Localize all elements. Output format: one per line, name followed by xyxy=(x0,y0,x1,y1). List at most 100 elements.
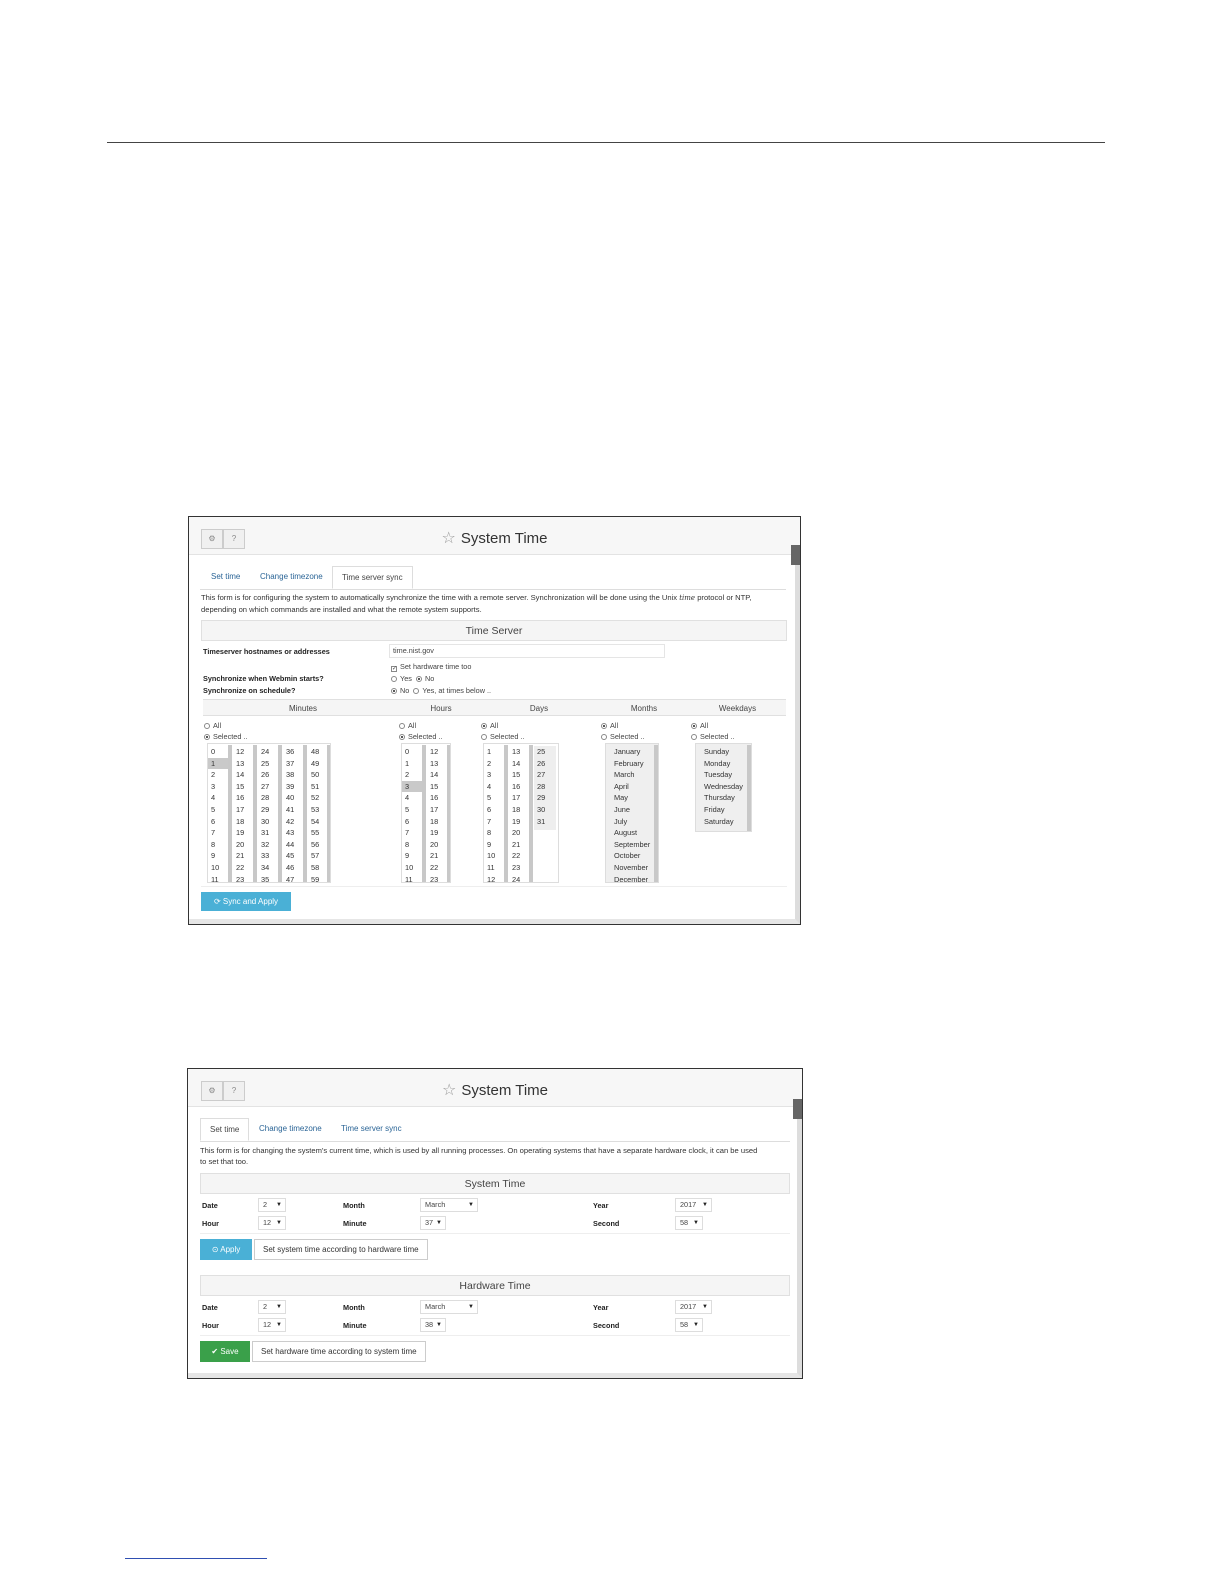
side-panel-toggle[interactable] xyxy=(791,545,800,565)
list-item[interactable]: 35 xyxy=(258,874,280,882)
list-item[interactable]: 12 xyxy=(233,746,255,758)
list-item[interactable]: 33 xyxy=(258,850,280,862)
list-item[interactable]: 19 xyxy=(509,816,531,828)
scrollbar[interactable] xyxy=(278,745,282,882)
list-item[interactable]: 24 xyxy=(509,874,531,882)
weekdays-all-radio[interactable] xyxy=(691,723,697,729)
list-item[interactable]: 21 xyxy=(427,850,449,862)
months-all-option[interactable]: All xyxy=(601,721,618,730)
list-item[interactable]: 9 xyxy=(208,850,230,862)
list-item[interactable]: 34 xyxy=(258,862,280,874)
list-item[interactable]: 37 xyxy=(283,758,305,770)
list-item[interactable]: 45 xyxy=(283,850,305,862)
list-item[interactable]: 28 xyxy=(258,792,280,804)
hours-selected-option[interactable]: Selected .. xyxy=(399,732,442,741)
hw-minute-select[interactable]: 38 ▼ xyxy=(420,1318,446,1332)
list-item[interactable]: 1 xyxy=(402,758,424,770)
sys-second-select[interactable]: 58 ▼ xyxy=(675,1216,703,1230)
weekdays-all-option[interactable]: All xyxy=(691,721,708,730)
tab-set-time[interactable]: Set time xyxy=(202,566,249,589)
months-selected-radio[interactable] xyxy=(601,734,607,740)
list-item[interactable]: 6 xyxy=(484,804,506,816)
scrollbar[interactable] xyxy=(422,745,426,882)
scrollbar[interactable] xyxy=(529,745,533,882)
sync-and-apply-button[interactable]: ⟳ Sync and Apply xyxy=(201,892,291,911)
list-item[interactable]: 32 xyxy=(258,839,280,851)
list-item[interactable]: 14 xyxy=(509,758,531,770)
list-item[interactable]: 26 xyxy=(258,769,280,781)
list-item[interactable]: 19 xyxy=(233,827,255,839)
list-item[interactable]: 3 xyxy=(208,781,230,793)
list-item[interactable]: June xyxy=(610,804,658,816)
sys-month-select[interactable]: March ▼ xyxy=(420,1198,478,1212)
weekdays-selected-option[interactable]: Selected .. xyxy=(691,732,734,741)
list-item[interactable]: 13 xyxy=(233,758,255,770)
list-item[interactable]: 23 xyxy=(427,874,449,882)
list-item[interactable]: 1 xyxy=(208,757,230,770)
list-item[interactable]: July xyxy=(610,816,658,828)
list-item[interactable]: 41 xyxy=(283,804,305,816)
hours-listbox[interactable]: 0 1 2 3 4 5 6 7 8 9 10 11 12 13 14 15 16 17 18 19 20 21 22 23 xyxy=(401,743,451,883)
list-item[interactable]: 10 xyxy=(402,862,424,874)
minutes-all-option[interactable]: All xyxy=(204,721,221,730)
list-item[interactable]: 5 xyxy=(484,792,506,804)
list-item[interactable]: 2 xyxy=(402,769,424,781)
list-item[interactable]: 22 xyxy=(233,862,255,874)
sync-start-yes-radio[interactable] xyxy=(391,676,397,682)
list-item[interactable]: 10 xyxy=(208,862,230,874)
weekdays-listbox[interactable]: Sunday Monday Tuesday Wednesday Thursday Frid… xyxy=(695,743,752,832)
tab-set-time[interactable]: Set time xyxy=(200,1118,250,1141)
list-item[interactable]: 18 xyxy=(427,816,449,828)
days-listbox[interactable]: 1 2 3 4 5 6 7 8 9 10 11 12 13 14 15 16 17 18 19 20 21 22 23 24… xyxy=(483,743,559,883)
scrollbar[interactable] xyxy=(504,745,508,882)
list-item[interactable]: 21 xyxy=(509,839,531,851)
list-item[interactable]: 8 xyxy=(402,839,424,851)
list-item[interactable]: November xyxy=(610,862,658,874)
sys-date-select[interactable]: 2 ▼ xyxy=(258,1198,286,1212)
list-item[interactable]: 3 xyxy=(484,769,506,781)
list-item[interactable]: 13 xyxy=(509,746,531,758)
list-item[interactable]: May xyxy=(610,792,658,804)
list-item[interactable]: 11 xyxy=(208,874,230,882)
days-selected-option[interactable]: Selected .. xyxy=(481,732,524,741)
list-item[interactable]: August xyxy=(610,827,658,839)
list-item[interactable]: 18 xyxy=(233,816,255,828)
list-item[interactable]: 2 xyxy=(208,769,230,781)
list-item[interactable]: 4 xyxy=(402,792,424,804)
tab-change-timezone[interactable]: Change timezone xyxy=(250,1118,331,1141)
sys-minute-select[interactable]: 37 ▼ xyxy=(420,1216,446,1230)
list-item[interactable]: October xyxy=(610,850,658,862)
list-item[interactable]: Thursday xyxy=(700,792,751,804)
list-item[interactable]: 31 xyxy=(534,816,556,828)
list-item[interactable]: 11 xyxy=(402,874,424,882)
list-item[interactable]: Wednesday xyxy=(700,781,751,793)
save-button[interactable]: ✔ Save xyxy=(200,1341,250,1362)
list-item[interactable]: 24 xyxy=(258,746,280,758)
minutes-all-radio[interactable] xyxy=(204,723,210,729)
list-item[interactable]: 15 xyxy=(509,769,531,781)
list-item[interactable]: 13 xyxy=(427,758,449,770)
scrollbar[interactable] xyxy=(447,745,450,882)
days-all-radio[interactable] xyxy=(481,723,487,729)
tab-change-timezone[interactable]: Change timezone xyxy=(251,566,332,589)
list-item[interactable]: 0 xyxy=(208,746,230,758)
list-item[interactable]: 4 xyxy=(208,792,230,804)
hostname-input[interactable]: time.nist.gov xyxy=(389,644,665,658)
list-item[interactable]: December xyxy=(610,874,658,882)
list-item[interactable]: 18 xyxy=(509,804,531,816)
list-item[interactable]: 43 xyxy=(283,827,305,839)
scrollbar[interactable] xyxy=(747,745,751,831)
list-item[interactable]: 42 xyxy=(283,816,305,828)
list-item[interactable]: 8 xyxy=(484,827,506,839)
list-item[interactable]: 30 xyxy=(534,804,556,816)
list-item[interactable]: 6 xyxy=(402,816,424,828)
list-item[interactable]: 19 xyxy=(427,827,449,839)
days-selected-radio[interactable] xyxy=(481,734,487,740)
list-item[interactable]: 10 xyxy=(484,850,506,862)
list-item[interactable]: Monday xyxy=(700,758,751,770)
list-item[interactable]: 5 xyxy=(208,804,230,816)
list-item[interactable]: 44 xyxy=(283,839,305,851)
scrollbar[interactable] xyxy=(654,745,658,882)
star-icon[interactable]: ☆ xyxy=(441,528,455,548)
list-item[interactable]: 46 xyxy=(283,862,305,874)
